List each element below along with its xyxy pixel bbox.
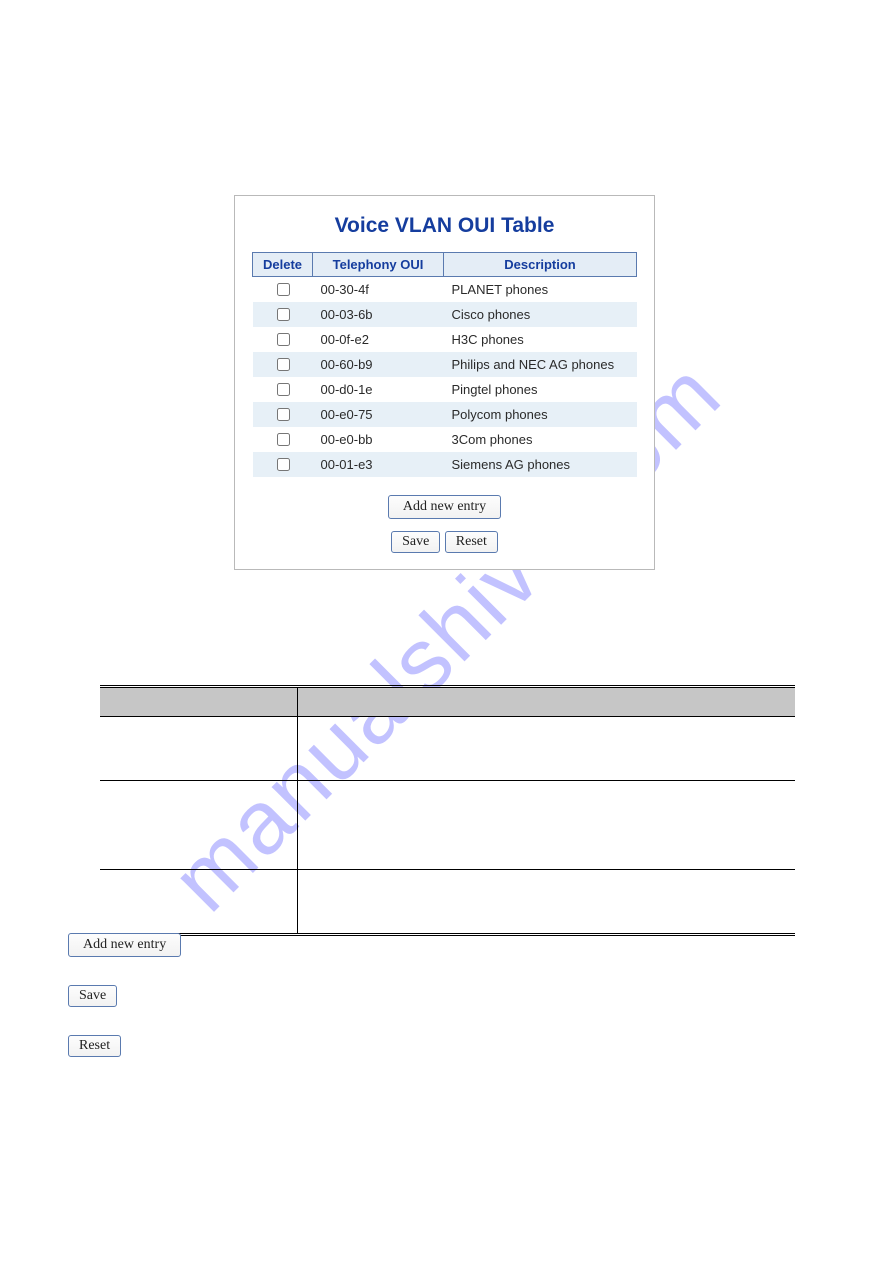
- delete-checkbox[interactable]: [277, 458, 290, 471]
- table-row: 00-01-e3 Siemens AG phones: [253, 452, 637, 477]
- table-row: 00-0f-e2 H3C phones: [253, 327, 637, 352]
- delete-checkbox[interactable]: [277, 433, 290, 446]
- delete-checkbox[interactable]: [277, 333, 290, 346]
- cell-desc: Cisco phones: [444, 302, 637, 327]
- table-row: 00-d0-1e Pingtel phones: [253, 377, 637, 402]
- voice-vlan-oui-panel: Voice VLAN OUI Table Delete Telephony OU…: [234, 195, 655, 570]
- cell-desc: Philips and NEC AG phones: [444, 352, 637, 377]
- cell-oui: 00-30-4f: [313, 277, 444, 303]
- demo-save-button[interactable]: Save: [68, 985, 117, 1007]
- add-new-entry-button[interactable]: Add new entry: [388, 495, 501, 519]
- delete-checkbox[interactable]: [277, 358, 290, 371]
- cell-oui: 00-0f-e2: [313, 327, 444, 352]
- demo-reset-button[interactable]: Reset: [68, 1035, 121, 1057]
- cell-desc: PLANET phones: [444, 277, 637, 303]
- cell-oui: 00-e0-75: [313, 402, 444, 427]
- delete-checkbox[interactable]: [277, 408, 290, 421]
- delete-checkbox[interactable]: [277, 308, 290, 321]
- ref-cell-right: [298, 870, 796, 935]
- table-row: 00-e0-bb 3Com phones: [253, 427, 637, 452]
- reference-table: [100, 685, 795, 936]
- table-row: [100, 870, 795, 935]
- cell-desc: Polycom phones: [444, 402, 637, 427]
- cell-desc: 3Com phones: [444, 427, 637, 452]
- delete-checkbox[interactable]: [277, 283, 290, 296]
- table-row: [100, 781, 795, 870]
- panel-title: Voice VLAN OUI Table: [247, 214, 642, 238]
- col-header-oui: Telephony OUI: [313, 253, 444, 277]
- demo-add-new-entry-button[interactable]: Add new entry: [68, 933, 181, 957]
- cell-desc: H3C phones: [444, 327, 637, 352]
- ref-cell-left: [100, 781, 298, 870]
- ref-header-left: [100, 687, 298, 717]
- delete-checkbox[interactable]: [277, 383, 290, 396]
- ref-cell-right: [298, 717, 796, 781]
- ref-cell-right: [298, 781, 796, 870]
- cell-desc: Pingtel phones: [444, 377, 637, 402]
- col-header-desc: Description: [444, 253, 637, 277]
- cell-oui: 00-03-6b: [313, 302, 444, 327]
- cell-oui: 00-e0-bb: [313, 427, 444, 452]
- table-row: 00-03-6b Cisco phones: [253, 302, 637, 327]
- cell-oui: 00-d0-1e: [313, 377, 444, 402]
- reset-button[interactable]: Reset: [445, 531, 498, 553]
- table-row: [100, 717, 795, 781]
- cell-oui: 00-60-b9: [313, 352, 444, 377]
- ref-cell-left: [100, 717, 298, 781]
- save-button[interactable]: Save: [391, 531, 440, 553]
- col-header-delete: Delete: [253, 253, 313, 277]
- cell-desc: Siemens AG phones: [444, 452, 637, 477]
- table-row: 00-60-b9 Philips and NEC AG phones: [253, 352, 637, 377]
- ref-header-right: [298, 687, 796, 717]
- oui-table: Delete Telephony OUI Description 00-30-4…: [252, 252, 637, 477]
- ref-cell-left: [100, 870, 298, 935]
- cell-oui: 00-01-e3: [313, 452, 444, 477]
- table-row: 00-30-4f PLANET phones: [253, 277, 637, 303]
- table-row: 00-e0-75 Polycom phones: [253, 402, 637, 427]
